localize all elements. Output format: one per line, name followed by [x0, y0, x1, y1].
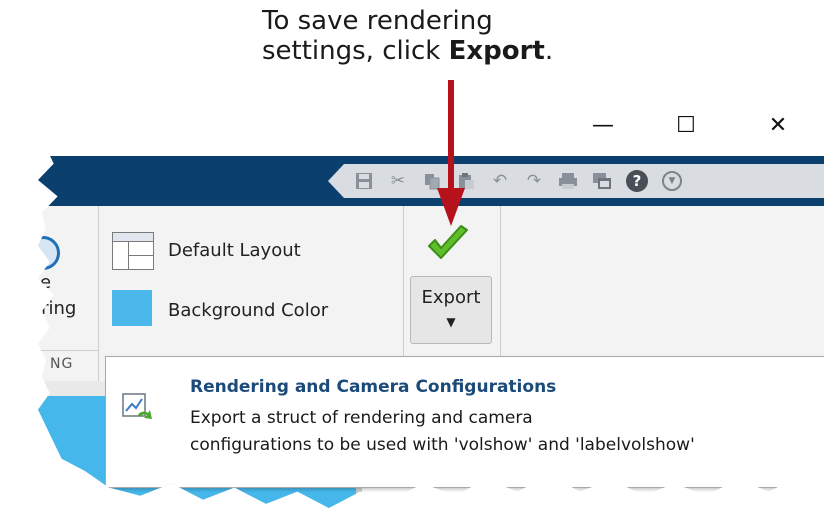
rendering-label-part1: e: [40, 272, 52, 293]
checkmark-icon: [428, 225, 468, 259]
background-color-swatch[interactable]: [112, 290, 152, 326]
help-icon[interactable]: ?: [626, 170, 648, 192]
tooltip-title[interactable]: Rendering and Camera Configurations: [190, 377, 556, 397]
export-button[interactable]: Export ▼: [410, 276, 492, 344]
ribbon-section-export: Export ▼: [404, 206, 501, 381]
section-divider: [38, 350, 98, 351]
annotation-arrow: [437, 80, 465, 226]
print-icon[interactable]: [558, 171, 578, 191]
screenshot-fragment: — ☐ ✕ ✂ ↶ ↷ ? ▼ e ering NG Default Layou…: [0, 0, 824, 530]
redo-icon[interactable]: ↷: [524, 171, 544, 191]
default-layout-icon: [112, 232, 154, 270]
switch-windows-icon[interactable]: [592, 171, 612, 191]
tooltip-desc-line-2: configurations to be used with 'volshow'…: [190, 435, 695, 455]
cut-icon[interactable]: ✂: [388, 171, 408, 191]
ribbon-section-layout: Default Layout Background Color: [98, 206, 404, 381]
default-layout-button[interactable]: Default Layout: [168, 240, 301, 261]
export-menu-tooltip: Rendering and Camera Configurations Expo…: [105, 356, 824, 488]
app-window: — ☐ ✕ ✂ ↶ ↷ ? ▼ e ering NG Default Layou…: [38, 98, 824, 508]
save-icon[interactable]: [354, 171, 374, 191]
export-configuration-icon: [122, 393, 152, 419]
rendering-section-label: NG: [50, 356, 74, 372]
quick-access-toolbar: ✂ ↶ ↷ ? ▼: [328, 164, 824, 198]
ribbon: e ering NG Default Layout Background Col…: [38, 206, 824, 381]
rendering-label-part2[interactable]: ering: [38, 298, 76, 319]
close-button[interactable]: ✕: [758, 108, 798, 142]
background-color-button[interactable]: Background Color: [168, 300, 328, 321]
rendering-icon: [38, 236, 60, 270]
expand-icon[interactable]: ▼: [662, 171, 682, 191]
maximize-button[interactable]: ☐: [666, 108, 706, 142]
ribbon-section-rendering: e ering NG: [38, 206, 99, 381]
tooltip-desc-line-1: Export a struct of rendering and camera: [190, 408, 533, 428]
tooltip-description: Export a struct of rendering and camera …: [190, 405, 695, 459]
export-button-label: Export: [421, 287, 481, 308]
undo-icon[interactable]: ↶: [490, 171, 510, 191]
quick-access-bar: ✂ ↶ ↷ ? ▼: [38, 156, 824, 206]
export-dropdown-icon[interactable]: ▼: [411, 315, 491, 329]
title-bar: — ☐ ✕: [38, 98, 824, 156]
minimize-button[interactable]: —: [583, 108, 623, 142]
